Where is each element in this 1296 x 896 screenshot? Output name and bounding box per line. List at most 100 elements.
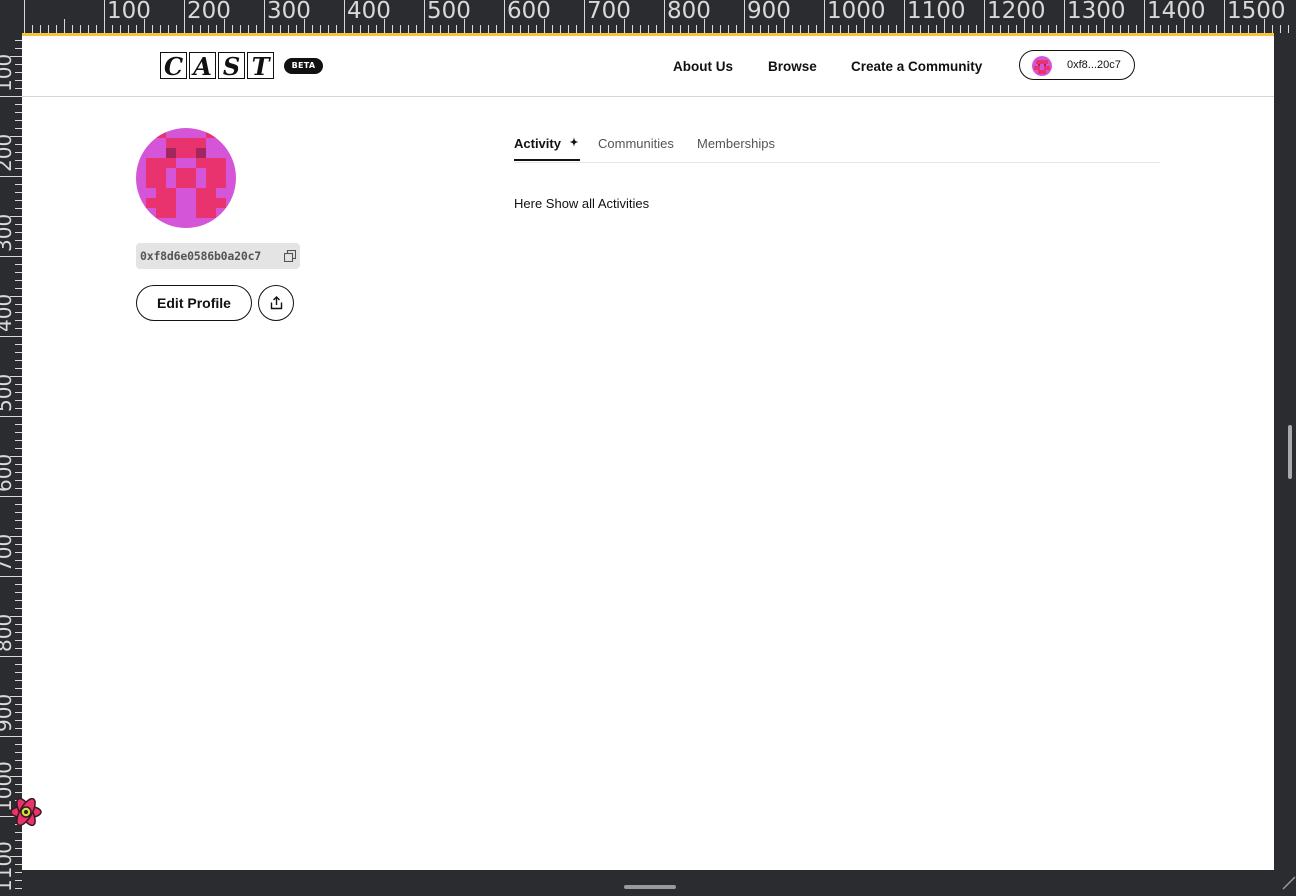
ruler-tick	[728, 25, 729, 33]
ruler-tick	[15, 480, 22, 481]
ruler-tick	[1120, 25, 1121, 33]
ruler-tick	[344, 0, 345, 33]
ruler-tick	[15, 624, 22, 625]
ruler-tick	[240, 25, 241, 33]
ruler-tick	[456, 25, 457, 33]
ruler-tick	[15, 248, 22, 249]
ruler-tick	[15, 864, 22, 865]
ruler-tick	[176, 25, 177, 33]
ruler-tick	[616, 25, 617, 33]
ruler-tick	[272, 25, 273, 33]
ruler-tick	[600, 25, 601, 33]
ruler-tick	[800, 25, 801, 33]
wallet-button[interactable]: 0xf8...20c7	[1019, 50, 1135, 80]
ruler-tick	[1088, 25, 1089, 33]
ruler-tick	[15, 664, 22, 665]
ruler-tick	[1224, 0, 1225, 33]
ruler-tick	[1040, 25, 1041, 33]
ruler-tick	[808, 25, 809, 33]
ruler-tick	[448, 25, 449, 33]
logo-letter: T	[247, 52, 274, 79]
ruler-tick	[248, 25, 249, 33]
ruler-tick	[15, 40, 22, 41]
ruler-tick	[288, 25, 289, 33]
ruler-tick	[608, 25, 609, 33]
wallet-address-full: 0xf8d6e0586b0a20c7	[140, 249, 262, 263]
ruler-tick	[848, 25, 849, 33]
wallet-avatar	[1032, 56, 1052, 76]
ruler-tick	[15, 88, 22, 89]
ruler-tick	[568, 25, 569, 33]
ruler-tick	[15, 848, 22, 849]
ruler-tick	[432, 25, 433, 33]
ruler-tick	[15, 768, 22, 769]
nav-create-community[interactable]: Create a Community	[851, 58, 982, 76]
share-button[interactable]	[258, 285, 294, 321]
ruler-tick	[15, 80, 22, 81]
tab-memberships[interactable]: Memberships	[697, 135, 775, 153]
ruler-tick	[15, 760, 22, 761]
tab-activity[interactable]: Activity	[514, 135, 561, 153]
ruler-label: 400	[0, 293, 16, 332]
ruler-tick	[1064, 0, 1065, 33]
react-devtools-icon[interactable]	[9, 795, 43, 829]
ruler-tick	[0, 96, 22, 97]
cast-logo[interactable]: C A S T	[160, 52, 278, 80]
resize-corner-icon[interactable]	[1282, 876, 1296, 890]
scroll-gutter	[1274, 33, 1296, 870]
ruler-label: 900	[0, 693, 16, 732]
ruler-tick	[400, 25, 401, 33]
ruler-tick	[336, 25, 337, 33]
scrollbar-thumb[interactable]	[1288, 425, 1292, 479]
resize-handle[interactable]	[624, 885, 676, 889]
ruler-tick	[904, 0, 905, 33]
ruler-top: 100 200 300 400 500 600 700 800 900 1000 1100 1200 1…	[0, 0, 1296, 33]
ruler-tick	[960, 25, 961, 33]
ruler-tick	[15, 680, 22, 681]
ruler-tick	[40, 25, 41, 33]
ruler-tick	[15, 208, 22, 209]
ruler-label: 800	[667, 0, 711, 24]
ruler-tick	[15, 720, 22, 721]
ruler-tick	[15, 784, 22, 785]
ruler-tick	[15, 224, 22, 225]
edit-profile-button[interactable]: Edit Profile	[136, 285, 252, 321]
ruler-tick	[496, 25, 497, 33]
ruler-tick	[15, 888, 22, 889]
ruler-tick	[15, 104, 22, 105]
ruler-tick	[488, 25, 489, 33]
ruler-tick	[15, 280, 22, 281]
copy-icon[interactable]	[284, 250, 296, 262]
ruler-tick	[104, 0, 105, 33]
ruler-tick	[15, 200, 22, 201]
ruler-tick	[480, 25, 481, 33]
ruler-tick	[560, 25, 561, 33]
activity-feed-text: Here Show all Activities	[514, 196, 650, 211]
address-chip[interactable]: 0xf8d6e0586b0a20c7	[136, 243, 300, 269]
ruler-tick	[15, 880, 22, 881]
ruler-tick	[216, 25, 217, 33]
ruler-tick	[1248, 25, 1249, 33]
tab-communities[interactable]: Communities	[598, 135, 674, 153]
ruler-tick	[1016, 25, 1017, 33]
ruler-tick	[15, 192, 22, 193]
ruler-tick	[112, 25, 113, 33]
ruler-tick	[15, 288, 22, 289]
ruler-tick	[15, 48, 22, 49]
ruler-tick	[632, 25, 633, 33]
ruler-tick	[912, 25, 913, 33]
ruler-tick	[888, 25, 889, 33]
ruler-tick	[0, 576, 22, 577]
ruler-tick	[536, 25, 537, 33]
ruler-tick	[15, 608, 22, 609]
ruler-tick	[696, 25, 697, 33]
nav-browse[interactable]: Browse	[768, 58, 817, 76]
ruler-tick	[1112, 25, 1113, 33]
ruler-tick	[0, 176, 22, 177]
ruler-tick	[15, 184, 22, 185]
ruler-tick	[792, 25, 793, 33]
ruler-label: 1100	[0, 841, 16, 892]
ruler-tick	[352, 25, 353, 33]
nav-about-us[interactable]: About Us	[673, 58, 733, 76]
ruler-label: 600	[507, 0, 551, 24]
